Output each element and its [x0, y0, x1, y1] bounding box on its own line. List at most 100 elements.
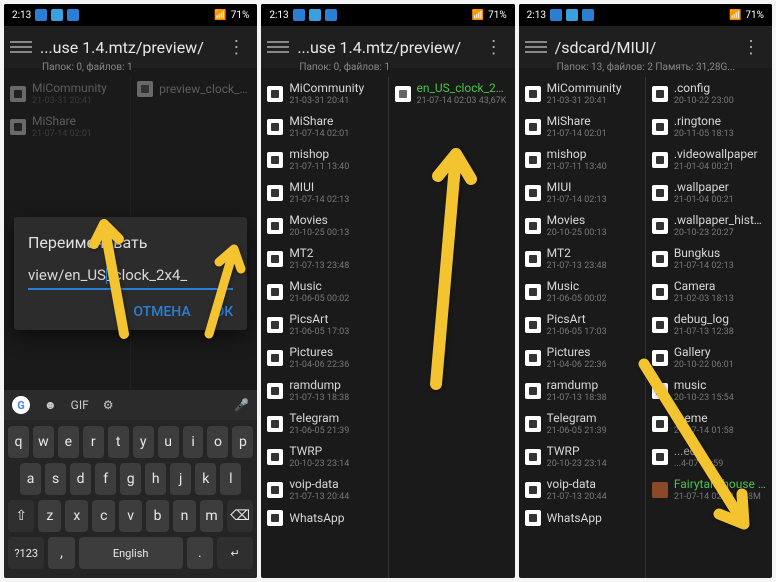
- enter-key[interactable]: ↵: [217, 537, 253, 569]
- comma-key[interactable]: ,: [48, 537, 74, 569]
- list-item[interactable]: ramdump21-07-13 18:38: [519, 374, 645, 407]
- list-item[interactable]: Pictures21-04-06 22:36: [261, 341, 387, 374]
- list-item[interactable]: Music21-06-05 00:02: [519, 275, 645, 308]
- key-h[interactable]: h: [145, 463, 166, 495]
- list-item[interactable]: MiCommunity21-03-31 20:41: [519, 77, 645, 110]
- list-item[interactable]: mishop21-07-11 13:40: [261, 143, 387, 176]
- settings-icon[interactable]: ⚙: [103, 398, 114, 412]
- list-item[interactable]: Gallery20-10-22 06:01: [646, 341, 772, 374]
- backspace-key[interactable]: ⌫: [227, 500, 253, 532]
- key-r[interactable]: r: [83, 426, 104, 458]
- key-q[interactable]: q: [8, 426, 29, 458]
- list-item[interactable]: ...eo...4-07 18:59: [646, 440, 772, 473]
- list-item[interactable]: preview_clock_2x4_0.png: [131, 77, 257, 101]
- list-item[interactable]: WhatsApp: [261, 506, 387, 530]
- list-item[interactable]: .wallpaper_history20-10-23 20:27: [646, 209, 772, 242]
- period-key[interactable]: .: [187, 537, 213, 569]
- google-icon[interactable]: G: [12, 396, 30, 414]
- path-text[interactable]: ...use 1.4.mtz/preview/: [297, 38, 478, 57]
- key-i[interactable]: i: [183, 426, 204, 458]
- key-d[interactable]: d: [70, 463, 91, 495]
- key-o[interactable]: o: [207, 426, 228, 458]
- list-item[interactable]: Telegram21-06-05 21:39: [261, 407, 387, 440]
- list-item[interactable]: .videowallpaper21-01-04 00:21: [646, 143, 772, 176]
- overflow-icon[interactable]: ⋮: [221, 37, 251, 58]
- shift-key[interactable]: ⇧: [8, 500, 34, 532]
- key-n[interactable]: n: [173, 500, 196, 532]
- hamburger-icon[interactable]: [525, 36, 547, 58]
- list-item[interactable]: MiCommunity21-03-31 20:41: [261, 77, 387, 110]
- path-text[interactable]: /sdcard/MIUI/: [555, 38, 736, 57]
- list-item[interactable]: .ringtone20-11-05 18:13: [646, 110, 772, 143]
- list-item[interactable]: MIUI21-07-14 02:13: [261, 176, 387, 209]
- key-s[interactable]: s: [45, 463, 66, 495]
- key-u[interactable]: u: [158, 426, 179, 458]
- list-item[interactable]: en_US_clock_2x4_0.png 21-07-14 02:03 43,…: [389, 77, 515, 110]
- list-item[interactable]: TWRP20-10-23 23:14: [261, 440, 387, 473]
- symbols-key[interactable]: ?123: [8, 537, 44, 569]
- file-date: 21-07-14 02:01: [289, 129, 381, 139]
- emoji-icon[interactable]: ☻: [44, 398, 57, 412]
- key-z[interactable]: z: [38, 500, 61, 532]
- key-x[interactable]: x: [65, 500, 88, 532]
- list-item[interactable]: Movies20-10-25 00:13: [519, 209, 645, 242]
- list-item[interactable]: voip-data21-07-13 20:44: [519, 473, 645, 506]
- list-item[interactable]: Fairytale house 1.4.mtz21-07-14 02:13 4,…: [646, 473, 772, 506]
- list-item[interactable]: MiShare21-07-14 02:01: [261, 110, 387, 143]
- list-item[interactable]: Pictures21-04-06 22:36: [519, 341, 645, 374]
- list-item[interactable]: MT221-07-13 23:48: [519, 242, 645, 275]
- key-a[interactable]: a: [20, 463, 41, 495]
- list-item[interactable]: MiShare21-07-14 02:01: [4, 110, 130, 143]
- list-item[interactable]: MT221-07-13 23:48: [261, 242, 387, 275]
- status-time: 2:13: [12, 10, 31, 21]
- key-l[interactable]: l: [220, 463, 241, 495]
- list-item[interactable]: MiCommunity21-03-31 20:41: [4, 77, 130, 110]
- hamburger-icon[interactable]: [10, 36, 32, 58]
- list-item[interactable]: mishop21-07-11 13:40: [519, 143, 645, 176]
- list-item[interactable]: PicsArt21-06-05 17:03: [519, 308, 645, 341]
- list-item[interactable]: voip-data21-07-13 20:44: [261, 473, 387, 506]
- cancel-button[interactable]: ОТМЕНА: [133, 304, 190, 320]
- list-item[interactable]: theme21-07-14 01:58: [646, 407, 772, 440]
- list-item[interactable]: MIUI21-07-14 02:13: [519, 176, 645, 209]
- key-g[interactable]: g: [120, 463, 141, 495]
- key-f[interactable]: f: [95, 463, 116, 495]
- list-item[interactable]: WhatsApp: [519, 506, 645, 530]
- key-j[interactable]: j: [170, 463, 191, 495]
- list-item[interactable]: PicsArt21-06-05 17:03: [261, 308, 387, 341]
- list-item[interactable]: Bungkus21-07-14 02:13: [646, 242, 772, 275]
- file-date: 21-04-06 22:36: [289, 360, 381, 370]
- list-item[interactable]: .config20-10-22 23:00: [646, 77, 772, 110]
- list-item[interactable]: TWRP20-10-23 23:14: [519, 440, 645, 473]
- path-text[interactable]: ...use 1.4.mtz/preview/: [40, 38, 221, 57]
- key-w[interactable]: w: [33, 426, 54, 458]
- subheader: Папок: 13, файлов: 2 Память: 31,28G...: [519, 62, 772, 77]
- key-e[interactable]: e: [58, 426, 79, 458]
- rename-input[interactable]: view/en_US_clock_2x4_: [28, 266, 233, 290]
- key-c[interactable]: c: [92, 500, 115, 532]
- list-item[interactable]: music20-10-23 15:54: [646, 374, 772, 407]
- list-item[interactable]: ramdump21-07-13 18:38: [261, 374, 387, 407]
- key-t[interactable]: t: [108, 426, 129, 458]
- overflow-icon[interactable]: ⋮: [479, 37, 509, 58]
- list-item[interactable]: Camera21-02-03 18:13: [646, 275, 772, 308]
- list-item[interactable]: MiShare21-07-14 02:01: [519, 110, 645, 143]
- list-item[interactable]: Movies20-10-25 00:13: [261, 209, 387, 242]
- hamburger-icon[interactable]: [267, 36, 289, 58]
- key-k[interactable]: k: [195, 463, 216, 495]
- list-item[interactable]: .wallpaper21-01-04 00:21: [646, 176, 772, 209]
- key-v[interactable]: v: [119, 500, 142, 532]
- list-item[interactable]: Telegram21-06-05 21:39: [519, 407, 645, 440]
- key-y[interactable]: y: [133, 426, 154, 458]
- list-item[interactable]: debug_log21-07-13 12:38: [646, 308, 772, 341]
- gif-button[interactable]: GIF: [71, 398, 89, 412]
- list-item[interactable]: Music21-06-05 00:02: [261, 275, 387, 308]
- file-date: 21-06-05 21:39: [547, 426, 639, 436]
- ok-button[interactable]: ОК: [215, 304, 234, 320]
- key-p[interactable]: p: [232, 426, 253, 458]
- key-m[interactable]: m: [200, 500, 223, 532]
- space-key[interactable]: English: [79, 537, 183, 569]
- key-b[interactable]: b: [146, 500, 169, 532]
- mic-icon[interactable]: 🎤: [234, 398, 249, 412]
- overflow-icon[interactable]: ⋮: [736, 37, 766, 58]
